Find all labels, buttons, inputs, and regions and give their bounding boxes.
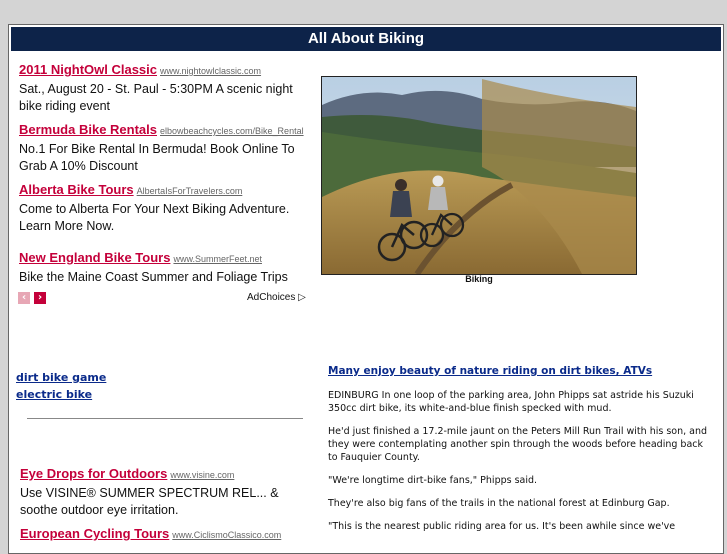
ad-prev-button[interactable]: ‹: [18, 292, 30, 304]
ad-block-top: 2011 NightOwl Classic www.nightowlclassic…: [19, 61, 309, 286]
article-paragraph: EDINBURG In one loop of the parking area…: [328, 390, 694, 414]
page-frame: All About Biking 2011 NightOwl Classic ww…: [8, 24, 724, 554]
ad-title-link[interactable]: European Cycling Tours: [20, 526, 169, 541]
ad-item: Bermuda Bike Rentals elbowbeachcycles.com…: [19, 121, 309, 175]
article-paragraph: "This is the nearest public riding area …: [328, 521, 676, 532]
ad-item: 2011 NightOwl Classic www.nightowlclassic…: [19, 61, 309, 115]
article: Many enjoy beauty of nature riding on di…: [328, 365, 714, 543]
ad-title-link[interactable]: Alberta Bike Tours: [19, 182, 134, 197]
ad-item: New England Bike Tours www.SummerFeet.net…: [19, 249, 309, 286]
article-paragraph: They're also big fans of the trails in t…: [328, 498, 670, 509]
photo-caption: Biking: [465, 274, 493, 284]
ad-url-link[interactable]: www.CiclismoClassico.com: [172, 530, 281, 540]
ad-url-link[interactable]: www.visine.com: [170, 470, 234, 480]
ad-next-button[interactable]: ›: [34, 292, 46, 304]
ad-block-bottom: Eye Drops for Outdoors www.visine.com Use…: [20, 465, 310, 543]
divider: [27, 418, 303, 419]
article-paragraph: "We're longtime dirt-bike fans," Phipps …: [328, 475, 538, 486]
ad-item: Eye Drops for Outdoors www.visine.com Use…: [20, 465, 310, 519]
ad-url-link[interactable]: www.nightowlclassic.com: [160, 66, 261, 76]
ad-description: Come to Alberta For Your Next Biking Adv…: [19, 202, 290, 233]
ad-description: Sat., August 20 - St. Paul - 5:30PM A sc…: [19, 82, 293, 113]
ad-url-link[interactable]: www.SummerFeet.net: [173, 254, 262, 264]
adchoices-link[interactable]: AdChoices ▷: [247, 292, 306, 303]
ad-item: Alberta Bike Tours AlbertaIsForTravelers.…: [19, 181, 309, 235]
ad-url-link[interactable]: AlbertaIsForTravelers.com: [137, 186, 243, 196]
adchoices-label: AdChoices: [247, 292, 296, 303]
ad-url-link[interactable]: elbowbeachcycles.com/Bike_Rental: [160, 126, 304, 136]
side-link-electric-bike[interactable]: electric bike: [16, 388, 92, 401]
article-headline-link[interactable]: Many enjoy beauty of nature riding on di…: [328, 365, 714, 378]
article-paragraph: He'd just finished a 17.2-mile jaunt on …: [328, 426, 708, 463]
biking-photo: [321, 76, 637, 275]
ad-title-link[interactable]: Bermuda Bike Rentals: [19, 122, 157, 137]
ad-title-link[interactable]: Eye Drops for Outdoors: [20, 466, 167, 481]
page-title: All About Biking: [11, 27, 721, 51]
ad-title-link[interactable]: 2011 NightOwl Classic: [19, 62, 157, 77]
ad-description: No.1 For Bike Rental In Bermuda! Book On…: [19, 142, 295, 173]
ad-description: Bike the Maine Coast Summer and Foliage …: [19, 270, 288, 284]
side-link-dirt-bike-game[interactable]: dirt bike game: [16, 371, 106, 384]
ad-description: Use VISINE® SUMMER SPECTRUM REL... & soo…: [20, 486, 279, 517]
adchoices-icon: ▷: [298, 292, 306, 303]
ad-item: European Cycling Tours www.CiclismoClassi…: [20, 525, 310, 543]
ad-title-link[interactable]: New England Bike Tours: [19, 250, 170, 265]
